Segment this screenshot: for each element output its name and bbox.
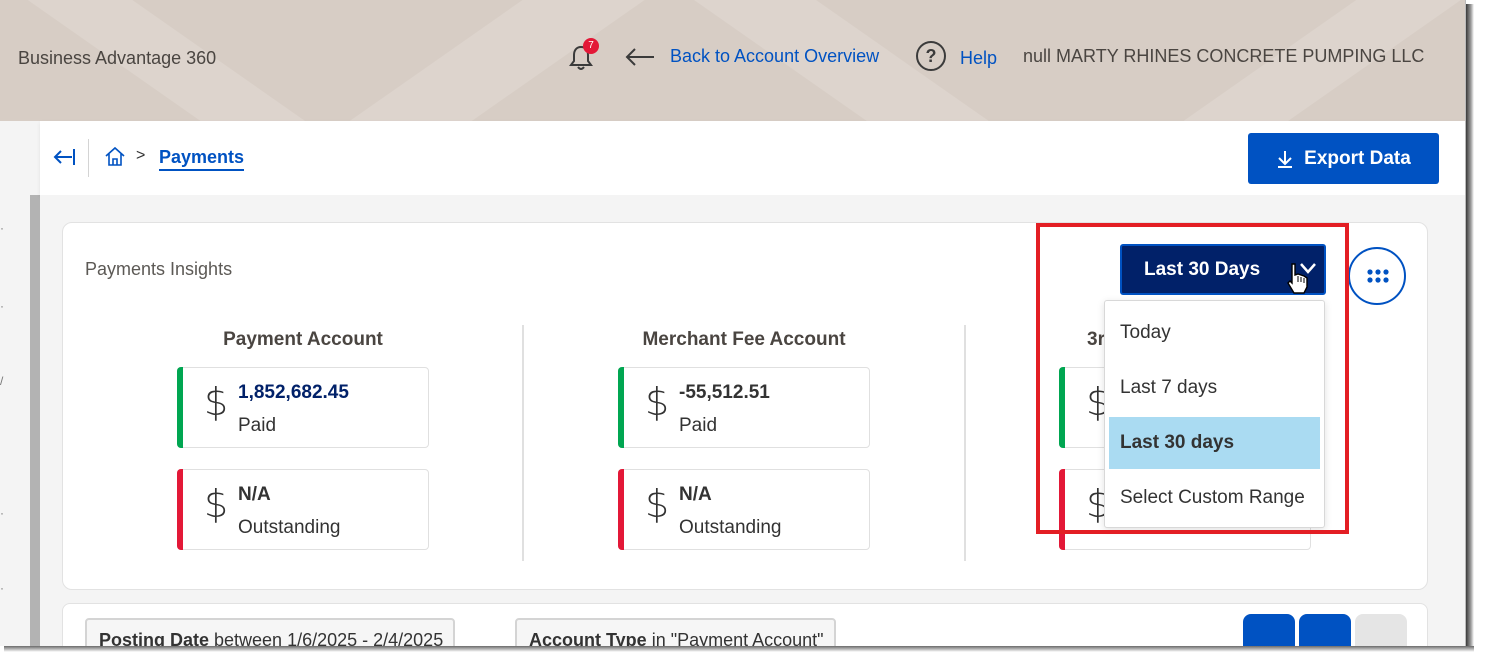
pointer-cursor-icon bbox=[1287, 263, 1308, 294]
date-range-label: Last 30 Days bbox=[1144, 258, 1261, 280]
help-icon[interactable]: ? bbox=[916, 41, 946, 71]
column-title: Merchant Fee Account bbox=[642, 329, 846, 350]
reset-button[interactable] bbox=[1355, 614, 1407, 646]
notification-badge: 7 bbox=[583, 38, 599, 54]
grid-menu-button[interactable] bbox=[1348, 247, 1406, 305]
back-arrow-icon[interactable] bbox=[624, 46, 656, 68]
filter-button[interactable] bbox=[1299, 614, 1351, 646]
dollar-icon: $ bbox=[645, 380, 670, 424]
option-last-30-days[interactable]: Last 30 days bbox=[1109, 417, 1320, 469]
dollar-icon: $ bbox=[204, 482, 229, 526]
download-icon bbox=[1278, 150, 1293, 168]
breadcrumb-bar: > Payments Export Data bbox=[40, 121, 1465, 195]
company-name[interactable]: null MARTY RHINES CONCRETE PUMPING LLC bbox=[1023, 46, 1424, 67]
paid-label: Paid bbox=[238, 415, 277, 436]
paid-stat-card: $ -55,512.51 Paid bbox=[618, 367, 870, 448]
filter-bar: Posting Date between 1/6/2025 - 2/4/2025… bbox=[62, 603, 1428, 646]
paid-amount: -55,512.51 bbox=[679, 382, 770, 403]
paid-amount: 1,852,682.45 bbox=[238, 382, 349, 403]
breadcrumb-current[interactable]: Payments bbox=[159, 147, 245, 171]
export-data-button[interactable]: Export Data bbox=[1248, 133, 1439, 184]
date-range-dropdown: Today Last 7 days Last 30 days Select Cu… bbox=[1104, 300, 1325, 528]
filter-chip-account-type[interactable]: Account Type in "Payment Account" bbox=[515, 618, 836, 646]
home-icon[interactable] bbox=[104, 145, 126, 167]
export-data-label: Export Data bbox=[1304, 147, 1411, 169]
column-divider bbox=[522, 325, 524, 561]
option-select-custom-range[interactable]: Select Custom Range bbox=[1109, 472, 1320, 524]
option-today[interactable]: Today bbox=[1109, 307, 1320, 359]
paid-stat-card: $ 1,852,682.45 Paid bbox=[177, 367, 429, 448]
option-last-7-days[interactable]: Last 7 days bbox=[1109, 362, 1320, 414]
column-title: Payment Account bbox=[223, 329, 383, 350]
app-title: Business Advantage 360 bbox=[18, 48, 217, 68]
outstanding-stat-card: $ N/A Outstanding bbox=[177, 469, 429, 550]
filter-chip-posting-date[interactable]: Posting Date between 1/6/2025 - 2/4/2025 bbox=[85, 618, 456, 646]
insights-title: Payments Insights bbox=[85, 259, 233, 279]
help-link[interactable]: Help bbox=[960, 48, 997, 69]
grid-menu-icon bbox=[1367, 269, 1389, 283]
back-to-account-overview-link[interactable]: Back to Account Overview bbox=[670, 46, 879, 67]
outstanding-amount: N/A bbox=[238, 484, 271, 505]
dollar-icon: $ bbox=[645, 482, 670, 526]
sidebar-divider bbox=[30, 195, 40, 646]
outstanding-amount: N/A bbox=[679, 484, 712, 505]
app-window: Business Advantage 360 7 Back to Account… bbox=[0, 0, 1466, 646]
breadcrumb-chevron: > bbox=[136, 147, 146, 164]
outstanding-label: Outstanding bbox=[679, 517, 782, 538]
third-column-title: 3r bbox=[1087, 329, 1105, 350]
mobile-view-button[interactable] bbox=[1243, 614, 1295, 646]
dollar-icon: $ bbox=[204, 380, 229, 424]
column-divider bbox=[964, 325, 966, 561]
outstanding-label: Outstanding bbox=[238, 517, 341, 538]
outstanding-stat-card: $ N/A Outstanding bbox=[618, 469, 870, 550]
collapse-sidebar-icon[interactable] bbox=[52, 145, 76, 169]
paid-label: Paid bbox=[679, 415, 718, 436]
top-header: Business Advantage 360 7 Back to Account… bbox=[0, 0, 1465, 121]
breadcrumb-separator bbox=[88, 139, 89, 177]
